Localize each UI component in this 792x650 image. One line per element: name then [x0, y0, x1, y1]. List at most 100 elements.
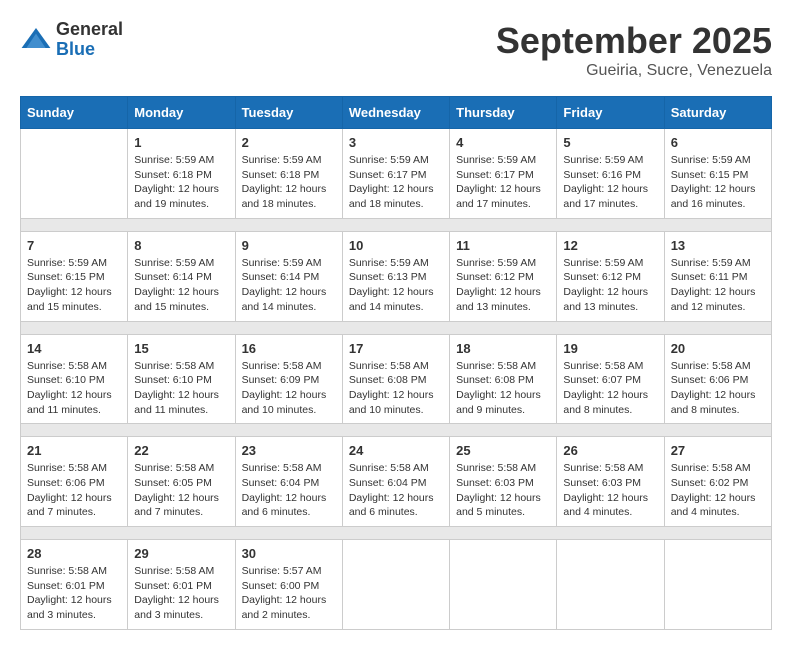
day-number: 10: [349, 238, 443, 253]
day-number: 29: [134, 546, 228, 561]
week-separator-4: [21, 527, 772, 540]
separator-cell: [21, 218, 772, 231]
logo-icon: [20, 24, 52, 56]
cell-w4-d2: 22Sunrise: 5:58 AMSunset: 6:05 PMDayligh…: [128, 437, 235, 527]
day-number: 17: [349, 341, 443, 356]
cell-w3-d4: 17 Sunrise: 5:58 AMSunset: 6:08 PMDayligh…: [342, 334, 449, 424]
page-header: General Blue September 2025 Gueiria, Suc…: [20, 20, 772, 80]
header-monday: Monday: [128, 97, 235, 129]
day-info: Sunrise: 5:58 AMSunset: 6:09 PMDaylight:…: [242, 359, 336, 418]
day-number: 18: [456, 341, 550, 356]
week-separator-1: [21, 218, 772, 231]
day-number: 19: [563, 341, 657, 356]
day-number: 3: [349, 135, 443, 150]
day-info: Sunrise: 5:58 AMSunset: 6:06 PMDaylight:…: [27, 461, 121, 520]
day-info: Sunrise: 5:59 AMSunset: 6:15 PMDaylight:…: [27, 256, 121, 315]
calendar-header-row: Sunday Monday Tuesday Wednesday Thursday…: [21, 97, 772, 129]
day-number: 21: [27, 443, 121, 458]
day-number: 26: [563, 443, 657, 458]
cell-w3-d6: 19 Sunrise: 5:58 AMSunset: 6:07 PMDayligh…: [557, 334, 664, 424]
cell-w5-d1: 28 Sunrise: 5:58 AMSunset: 6:01 PMDayligh…: [21, 540, 128, 630]
calendar-table: Sunday Monday Tuesday Wednesday Thursday…: [20, 96, 772, 630]
week-row-2: 7 Sunrise: 5:59 AMSunset: 6:15 PMDaylight…: [21, 231, 772, 321]
day-number: 28: [27, 546, 121, 561]
day-number: 7: [27, 238, 121, 253]
day-number: 25: [456, 443, 550, 458]
day-number: 24: [349, 443, 443, 458]
cell-w2-d6: 12 Sunrise: 5:59 AMSunset: 6:12 PMDayligh…: [557, 231, 664, 321]
cell-w1-d2: 1 Sunrise: 5:59 AMSunset: 6:18 PMDaylight…: [128, 129, 235, 219]
cell-w4-d5: 25 Sunrise: 5:58 AMSunset: 6:03 PMDayligh…: [450, 437, 557, 527]
separator-cell: [21, 424, 772, 437]
cell-w3-d7: 20 Sunrise: 5:58 AMSunset: 6:06 PMDayligh…: [664, 334, 771, 424]
cell-w2-d4: 10 Sunrise: 5:59 AMSunset: 6:13 PMDayligh…: [342, 231, 449, 321]
day-info: Sunrise: 5:58 AMSunset: 6:04 PMDaylight:…: [242, 461, 336, 520]
day-number: 12: [563, 238, 657, 253]
day-info: Sunrise: 5:59 AMSunset: 6:17 PMDaylight:…: [456, 153, 550, 212]
cell-w3-d5: 18 Sunrise: 5:58 AMSunset: 6:08 PMDayligh…: [450, 334, 557, 424]
cell-w2-d7: 13 Sunrise: 5:59 AMSunset: 6:11 PMDayligh…: [664, 231, 771, 321]
day-info: Sunrise: 5:59 AMSunset: 6:13 PMDaylight:…: [349, 256, 443, 315]
day-info: Sunrise: 5:58 AMSunset: 6:07 PMDaylight:…: [563, 359, 657, 418]
day-number: 20: [671, 341, 765, 356]
cell-w5-d6: [557, 540, 664, 630]
day-info: Sunrise: 5:59 AMSunset: 6:18 PMDaylight:…: [134, 153, 228, 212]
cell-w1-d6: 5 Sunrise: 5:59 AMSunset: 6:16 PMDaylight…: [557, 129, 664, 219]
day-number: 16: [242, 341, 336, 356]
month-title: September 2025: [496, 20, 772, 62]
day-info: Sunrise: 5:59 AMSunset: 6:16 PMDaylight:…: [563, 153, 657, 212]
day-info: Sunrise: 5:57 AMSunset: 6:00 PMDaylight:…: [242, 564, 336, 623]
day-info: Sunrise: 5:59 AMSunset: 6:15 PMDaylight:…: [671, 153, 765, 212]
cell-w1-d5: 4 Sunrise: 5:59 AMSunset: 6:17 PMDaylight…: [450, 129, 557, 219]
day-info: Sunrise: 5:58 AMSunset: 6:01 PMDaylight:…: [134, 564, 228, 623]
day-info: Sunrise: 5:58 AMSunset: 6:03 PMDaylight:…: [456, 461, 550, 520]
header-thursday: Thursday: [450, 97, 557, 129]
header-wednesday: Wednesday: [342, 97, 449, 129]
cell-w1-d1: [21, 129, 128, 219]
day-number: 1: [134, 135, 228, 150]
cell-w3-d2: 15Sunrise: 5:58 AMSunset: 6:10 PMDayligh…: [128, 334, 235, 424]
day-number: 27: [671, 443, 765, 458]
cell-w4-d1: 21 Sunrise: 5:58 AMSunset: 6:06 PMDayligh…: [21, 437, 128, 527]
title-section: September 2025 Gueiria, Sucre, Venezuela: [496, 20, 772, 80]
day-info: Sunrise: 5:59 AMSunset: 6:11 PMDaylight:…: [671, 256, 765, 315]
day-number: 11: [456, 238, 550, 253]
cell-w2-d3: 9Sunrise: 5:59 AMSunset: 6:14 PMDaylight…: [235, 231, 342, 321]
day-info: Sunrise: 5:58 AMSunset: 6:08 PMDaylight:…: [456, 359, 550, 418]
cell-w4-d4: 24Sunrise: 5:58 AMSunset: 6:04 PMDayligh…: [342, 437, 449, 527]
week-row-5: 28 Sunrise: 5:58 AMSunset: 6:01 PMDayligh…: [21, 540, 772, 630]
day-info: Sunrise: 5:58 AMSunset: 6:03 PMDaylight:…: [563, 461, 657, 520]
day-number: 5: [563, 135, 657, 150]
cell-w2-d2: 8 Sunrise: 5:59 AMSunset: 6:14 PMDaylight…: [128, 231, 235, 321]
header-sunday: Sunday: [21, 97, 128, 129]
day-number: 13: [671, 238, 765, 253]
day-number: 9: [242, 238, 336, 253]
cell-w3-d3: 16 Sunrise: 5:58 AMSunset: 6:09 PMDayligh…: [235, 334, 342, 424]
cell-w5-d5: [450, 540, 557, 630]
separator-cell: [21, 527, 772, 540]
cell-w5-d2: 29 Sunrise: 5:58 AMSunset: 6:01 PMDayligh…: [128, 540, 235, 630]
day-info: Sunrise: 5:58 AMSunset: 6:01 PMDaylight:…: [27, 564, 121, 623]
day-info: Sunrise: 5:59 AMSunset: 6:12 PMDaylight:…: [456, 256, 550, 315]
day-number: 6: [671, 135, 765, 150]
day-number: 4: [456, 135, 550, 150]
logo-blue-text: Blue: [56, 40, 123, 60]
day-info: Sunrise: 5:58 AMSunset: 6:08 PMDaylight:…: [349, 359, 443, 418]
day-info: Sunrise: 5:59 AMSunset: 6:14 PMDaylight:…: [134, 256, 228, 315]
day-number: 14: [27, 341, 121, 356]
day-info: Sunrise: 5:59 AMSunset: 6:18 PMDaylight:…: [242, 153, 336, 212]
header-friday: Friday: [557, 97, 664, 129]
day-number: 30: [242, 546, 336, 561]
cell-w1-d7: 6 Sunrise: 5:59 AMSunset: 6:15 PMDaylight…: [664, 129, 771, 219]
day-info: Sunrise: 5:59 AMSunset: 6:12 PMDaylight:…: [563, 256, 657, 315]
header-saturday: Saturday: [664, 97, 771, 129]
cell-w4-d6: 26 Sunrise: 5:58 AMSunset: 6:03 PMDayligh…: [557, 437, 664, 527]
day-number: 15: [134, 341, 228, 356]
day-info: Sunrise: 5:58 AMSunset: 6:06 PMDaylight:…: [671, 359, 765, 418]
week-row-1: 1 Sunrise: 5:59 AMSunset: 6:18 PMDaylight…: [21, 129, 772, 219]
cell-w2-d1: 7 Sunrise: 5:59 AMSunset: 6:15 PMDaylight…: [21, 231, 128, 321]
day-info: Sunrise: 5:58 AMSunset: 6:05 PMDaylight:…: [134, 461, 228, 520]
day-number: 8: [134, 238, 228, 253]
separator-cell: [21, 321, 772, 334]
week-separator-2: [21, 321, 772, 334]
